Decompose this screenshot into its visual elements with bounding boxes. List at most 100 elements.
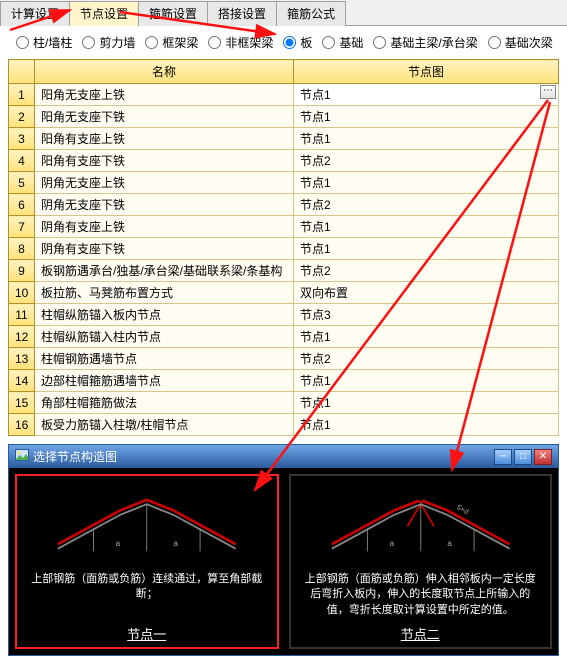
cell-node-value[interactable]: 双向布置 (294, 282, 559, 304)
row-number: 16 (9, 414, 35, 436)
table-row[interactable]: 12柱帽纵筋锚入柱内节点节点1 (9, 326, 559, 348)
cell-name[interactable]: 板钢筋遇承台/独基/承台梁/基础联系梁/条基构 (35, 260, 294, 282)
cell-name[interactable]: 阳角无支座上铁 (35, 84, 294, 106)
cell-node-value[interactable]: 节点2 (294, 150, 559, 172)
radio-slab[interactable]: 板 (277, 34, 312, 51)
node-option-2[interactable]: a a 5×d 上部钢筋（面筋或负筋）伸入相邻板内一定长度后弯折入板内，伸入的长… (289, 474, 553, 649)
svg-text:5×d: 5×d (455, 503, 469, 516)
table-row[interactable]: 5阴角无支座上铁节点1 (9, 172, 559, 194)
table-row[interactable]: 14边部柱帽箍筋遇墙节点节点1 (9, 370, 559, 392)
select-node-dialog: 选择节点构造图 ─ □ ✕ a a 上部钢筋（面筋或负筋）连续通过，算至角部截断… (8, 444, 559, 656)
radio-nonframe-beam[interactable]: 非框架梁 (202, 34, 273, 51)
row-number: 14 (9, 370, 35, 392)
table-row[interactable]: 11柱帽纵筋锚入板内节点节点3 (9, 304, 559, 326)
cell-node-value[interactable]: 节点1 (294, 326, 559, 348)
cell-node-value[interactable]: 节点3 (294, 304, 559, 326)
node-diagram-1: a a (21, 482, 273, 562)
radio-frame-beam[interactable]: 框架梁 (139, 34, 198, 51)
row-number: 3 (9, 128, 35, 150)
node-grid: 名称 节点图 1阳角无支座上铁节点1⋯2阳角无支座下铁节点13阳角有支座上铁节点… (8, 59, 559, 436)
svg-text:a: a (447, 539, 452, 548)
row-number: 4 (9, 150, 35, 172)
radio-found-sec-beam[interactable]: 基础次梁 (482, 34, 553, 51)
table-row[interactable]: 7阴角有支座上铁节点1 (9, 216, 559, 238)
row-number: 7 (9, 216, 35, 238)
tab-bar: 计算设置 节点设置 箍筋设置 搭接设置 箍筋公式 (0, 0, 567, 26)
row-number: 6 (9, 194, 35, 216)
cell-name[interactable]: 板受力筋锚入柱墩/柱帽节点 (35, 414, 294, 436)
table-row[interactable]: 8阴角有支座下铁节点1 (9, 238, 559, 260)
svg-text:a: a (173, 539, 178, 548)
member-type-radios: 柱/墙柱 剪力墙 框架梁 非框架梁 板 基础 基础主梁/承台梁 基础次梁 (0, 26, 567, 59)
radio-column-wall[interactable]: 柱/墙柱 (10, 34, 72, 51)
cell-name[interactable]: 阳角无支座下铁 (35, 106, 294, 128)
cell-node-value[interactable]: 节点1 (294, 216, 559, 238)
cell-node-value[interactable]: 节点2 (294, 194, 559, 216)
cell-name[interactable]: 柱帽纵筋锚入柱内节点 (35, 326, 294, 348)
table-row[interactable]: 1阳角无支座上铁节点1⋯ (9, 84, 559, 106)
cell-name[interactable]: 阴角无支座下铁 (35, 194, 294, 216)
picture-icon (15, 449, 29, 464)
cell-name[interactable]: 角部柱帽箍筋做法 (35, 392, 294, 414)
cell-node-value[interactable]: 节点2 (294, 260, 559, 282)
cell-node-value[interactable]: 节点1 (294, 172, 559, 194)
minimize-button[interactable]: ─ (494, 449, 512, 465)
node-option-2-desc: 上部钢筋（面筋或负筋）伸入相邻板内一定长度后弯折入板内，伸入的长度取节点上所输入… (301, 572, 541, 618)
row-number: 5 (9, 172, 35, 194)
cell-node-value[interactable]: 节点1 (294, 414, 559, 436)
cell-node-value[interactable]: 节点1 (294, 238, 559, 260)
row-number: 10 (9, 282, 35, 304)
ellipsis-button[interactable]: ⋯ (540, 85, 556, 99)
row-number: 13 (9, 348, 35, 370)
node-option-1-caption: 节点一 (127, 620, 166, 643)
row-number: 12 (9, 326, 35, 348)
row-number: 1 (9, 84, 35, 106)
cell-name[interactable]: 阴角有支座下铁 (35, 238, 294, 260)
cell-name[interactable]: 板拉筋、马凳筋布置方式 (35, 282, 294, 304)
radio-shear-wall[interactable]: 剪力墙 (76, 34, 135, 51)
svg-text:a: a (389, 539, 394, 548)
grid-corner (9, 60, 35, 84)
maximize-button[interactable]: □ (514, 449, 532, 465)
table-row[interactable]: 3阳角有支座上铁节点1 (9, 128, 559, 150)
tab-stirrup-settings[interactable]: 箍筋设置 (138, 1, 208, 26)
row-number: 8 (9, 238, 35, 260)
table-row[interactable]: 6阴角无支座下铁节点2 (9, 194, 559, 216)
cell-name[interactable]: 柱帽纵筋锚入板内节点 (35, 304, 294, 326)
tab-lap-settings[interactable]: 搭接设置 (207, 1, 277, 26)
dialog-titlebar[interactable]: 选择节点构造图 ─ □ ✕ (9, 445, 558, 468)
cell-name[interactable]: 阳角有支座下铁 (35, 150, 294, 172)
table-row[interactable]: 15角部柱帽箍筋做法节点1 (9, 392, 559, 414)
cell-node-value[interactable]: 节点1⋯ (294, 84, 559, 106)
dialog-title: 选择节点构造图 (33, 448, 117, 465)
cell-name[interactable]: 柱帽钢筋遇墙节点 (35, 348, 294, 370)
row-number: 9 (9, 260, 35, 282)
node-option-1[interactable]: a a 上部钢筋（面筋或负筋）连续通过，算至角部截断； 节点一 (15, 474, 279, 649)
cell-name[interactable]: 阴角无支座上铁 (35, 172, 294, 194)
cell-name[interactable]: 边部柱帽箍筋遇墙节点 (35, 370, 294, 392)
cell-node-value[interactable]: 节点2 (294, 348, 559, 370)
cell-node-value[interactable]: 节点1 (294, 106, 559, 128)
cell-name[interactable]: 阴角有支座上铁 (35, 216, 294, 238)
tab-calc-settings[interactable]: 计算设置 (0, 1, 70, 26)
table-row[interactable]: 9板钢筋遇承台/独基/承台梁/基础联系梁/条基构节点2 (9, 260, 559, 282)
table-row[interactable]: 13柱帽钢筋遇墙节点节点2 (9, 348, 559, 370)
col-name[interactable]: 名称 (35, 60, 294, 84)
radio-foundation[interactable]: 基础 (316, 34, 363, 51)
tab-stirrup-formula[interactable]: 箍筋公式 (276, 1, 346, 26)
cell-name[interactable]: 阳角有支座上铁 (35, 128, 294, 150)
tab-node-settings[interactable]: 节点设置 (69, 1, 139, 26)
table-row[interactable]: 2阳角无支座下铁节点1 (9, 106, 559, 128)
row-number: 11 (9, 304, 35, 326)
cell-node-value[interactable]: 节点1 (294, 370, 559, 392)
cell-node-value[interactable]: 节点1 (294, 128, 559, 150)
col-node-diagram[interactable]: 节点图 (294, 60, 559, 84)
close-button[interactable]: ✕ (534, 449, 552, 465)
radio-found-main-beam[interactable]: 基础主梁/承台梁 (367, 34, 477, 51)
cell-node-value[interactable]: 节点1 (294, 392, 559, 414)
table-row[interactable]: 4阳角有支座下铁节点2 (9, 150, 559, 172)
table-row[interactable]: 10板拉筋、马凳筋布置方式双向布置 (9, 282, 559, 304)
row-number: 2 (9, 106, 35, 128)
table-row[interactable]: 16板受力筋锚入柱墩/柱帽节点节点1 (9, 414, 559, 436)
node-diagram-2: a a 5×d (295, 482, 547, 562)
